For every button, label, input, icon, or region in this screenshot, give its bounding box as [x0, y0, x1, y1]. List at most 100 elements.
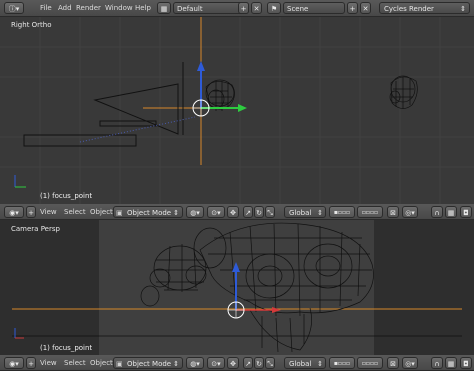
camera-viewport-scene	[0, 220, 474, 355]
layers-icon: ▫▫▫▫	[361, 209, 379, 216]
editor-type-button[interactable]: ⓘ▾	[4, 2, 24, 14]
dropdown-arrows-icon: ⇕	[317, 209, 323, 217]
gizmo-y-arrow[interactable]	[238, 104, 247, 112]
snap-element-button[interactable]: ▦	[445, 357, 457, 369]
screen-layout-icon: ▦	[160, 5, 168, 13]
scale-button[interactable]: ⤡	[265, 357, 275, 369]
camera-3d-viewport[interactable]: Camera Persp (1) focus_point	[0, 220, 474, 355]
rotate-icon: ↻	[256, 209, 262, 217]
menu-add[interactable]: Add	[56, 2, 74, 14]
render-engine-dropdown[interactable]: Cycles Render ⇕	[379, 2, 470, 14]
pivot-icon: ⊙▾	[211, 209, 221, 217]
object-mode-dropdown[interactable]: ▣ Object Mode ⇕	[113, 357, 183, 369]
editor-type-button-3d[interactable]: ◉▾	[4, 206, 24, 218]
viewport-shading-button[interactable]: ◍▾	[186, 357, 204, 369]
menu-object[interactable]: Object	[88, 357, 115, 369]
lock-camera-button[interactable]: ⊠	[387, 206, 399, 218]
dropdown-arrows-icon: ⇕	[460, 5, 466, 13]
viewport-grid	[0, 17, 474, 204]
proportional-edit-icon: ◎▾	[405, 360, 415, 368]
screen-layout-browse-button[interactable]: ▦	[157, 2, 171, 14]
active-object-label: (1) focus_point	[40, 192, 93, 200]
manipulator-toggle-button[interactable]: ✥	[227, 357, 239, 369]
manipulator-icon: ✥	[230, 209, 236, 217]
3d-view-header-bottom: ◉▾ + View Select Object ▣ Object Mode ⇕ …	[0, 355, 474, 371]
header-toggle-button[interactable]: +	[26, 206, 36, 218]
manipulator-icon: ✥	[230, 360, 236, 368]
manipulator-toggle-button[interactable]: ✥	[227, 206, 239, 218]
plus-icon: +	[28, 209, 34, 217]
3d-view-icon: ◉▾	[9, 360, 19, 368]
pivot-point-button[interactable]: ⊙▾	[207, 357, 225, 369]
camera-render-icon: ◘	[463, 360, 469, 368]
object-mode-dropdown[interactable]: ▣ Object Mode ⇕	[113, 206, 183, 218]
translate-button[interactable]: ↗	[243, 357, 253, 369]
delete-screen-layout-button[interactable]: ✕	[251, 2, 262, 14]
snap-element-button[interactable]: ▦	[445, 206, 457, 218]
menu-render[interactable]: Render	[74, 2, 103, 14]
rotate-button[interactable]: ↻	[254, 357, 264, 369]
menu-select[interactable]: Select	[62, 357, 88, 369]
editor-type-button-3d[interactable]: ◉▾	[4, 357, 24, 369]
scene-browse-button[interactable]: ⚑	[267, 2, 281, 14]
shading-icon: ◍▾	[190, 209, 200, 217]
scene-field[interactable]: Scene	[283, 2, 345, 14]
scale-button[interactable]: ⤡	[265, 206, 275, 218]
dropdown-arrows-icon: ⇕	[173, 209, 179, 217]
layer-buttons[interactable]: ▪▫▫▫	[329, 357, 355, 369]
layer-buttons[interactable]: ▪▫▫▫	[329, 206, 355, 218]
scale-icon: ⤡	[267, 360, 273, 368]
transform-orientation-dropdown[interactable]: Global ⇕	[284, 357, 326, 369]
pivot-icon: ⊙▾	[211, 360, 221, 368]
translate-button[interactable]: ↗	[243, 206, 253, 218]
3d-view-icon: ◉▾	[9, 209, 19, 217]
snap-toggle-button[interactable]: ∩	[431, 357, 443, 369]
lock-icon: ⊠	[390, 360, 396, 368]
translate-icon: ↗	[245, 209, 251, 217]
add-screen-layout-button[interactable]: +	[238, 2, 249, 14]
monkey-wireframe-side[interactable]	[205, 79, 235, 111]
camera-object[interactable]	[93, 62, 184, 135]
menu-view[interactable]: View	[38, 206, 59, 218]
plus-icon: +	[28, 360, 34, 368]
gizmo-z-arrow[interactable]	[197, 61, 205, 71]
pivot-point-button[interactable]: ⊙▾	[207, 206, 225, 218]
menu-window[interactable]: Window	[103, 2, 135, 14]
viewport-view-label: Camera Persp	[11, 225, 60, 233]
menu-help[interactable]: Help	[133, 2, 153, 14]
menu-view[interactable]: View	[38, 357, 59, 369]
layers-icon: ▪▫▫▫	[333, 360, 351, 367]
transform-orientation-dropdown[interactable]: Global ⇕	[284, 206, 326, 218]
render-opengl-button[interactable]: ◘	[460, 206, 472, 218]
layer-buttons-2[interactable]: ▫▫▫▫	[357, 206, 383, 218]
delete-scene-button[interactable]: ✕	[360, 2, 371, 14]
viewport-shading-button[interactable]: ◍▾	[186, 206, 204, 218]
proportional-edit-button[interactable]: ◎▾	[402, 206, 418, 218]
top-3d-viewport[interactable]: Right Ortho (1) focus_point	[0, 17, 474, 204]
dropdown-arrows-icon: ⇕	[317, 360, 323, 368]
menu-select[interactable]: Select	[62, 206, 88, 218]
rotate-button[interactable]: ↻	[254, 206, 264, 218]
snap-toggle-button[interactable]: ∩	[431, 206, 443, 218]
shading-icon: ◍▾	[190, 360, 200, 368]
rotate-icon: ↻	[256, 360, 262, 368]
camera-render-icon: ◘	[463, 209, 469, 217]
plus-icon: +	[349, 5, 356, 13]
lock-camera-button[interactable]: ⊠	[387, 357, 399, 369]
magnet-icon: ∩	[434, 360, 440, 368]
proportional-edit-button[interactable]: ◎▾	[402, 357, 418, 369]
menu-file[interactable]: File	[38, 2, 54, 14]
close-icon: ✕	[362, 5, 369, 13]
top-header: ⓘ▾ File Add Render Window Help ▦ Default…	[0, 0, 474, 17]
scale-icon: ⤡	[267, 209, 273, 217]
render-opengl-button[interactable]: ◘	[460, 357, 472, 369]
menu-object[interactable]: Object	[88, 206, 115, 218]
monkey-wireframe-far[interactable]	[389, 75, 418, 109]
object-mode-icon: ▣	[116, 360, 123, 368]
add-scene-button[interactable]: +	[347, 2, 358, 14]
header-toggle-button[interactable]: +	[26, 357, 36, 369]
top-viewport-scene	[0, 17, 474, 204]
lock-icon: ⊠	[390, 209, 396, 217]
layer-buttons-2[interactable]: ▫▫▫▫	[357, 357, 383, 369]
dropdown-arrows-icon: ⇕	[173, 360, 179, 368]
